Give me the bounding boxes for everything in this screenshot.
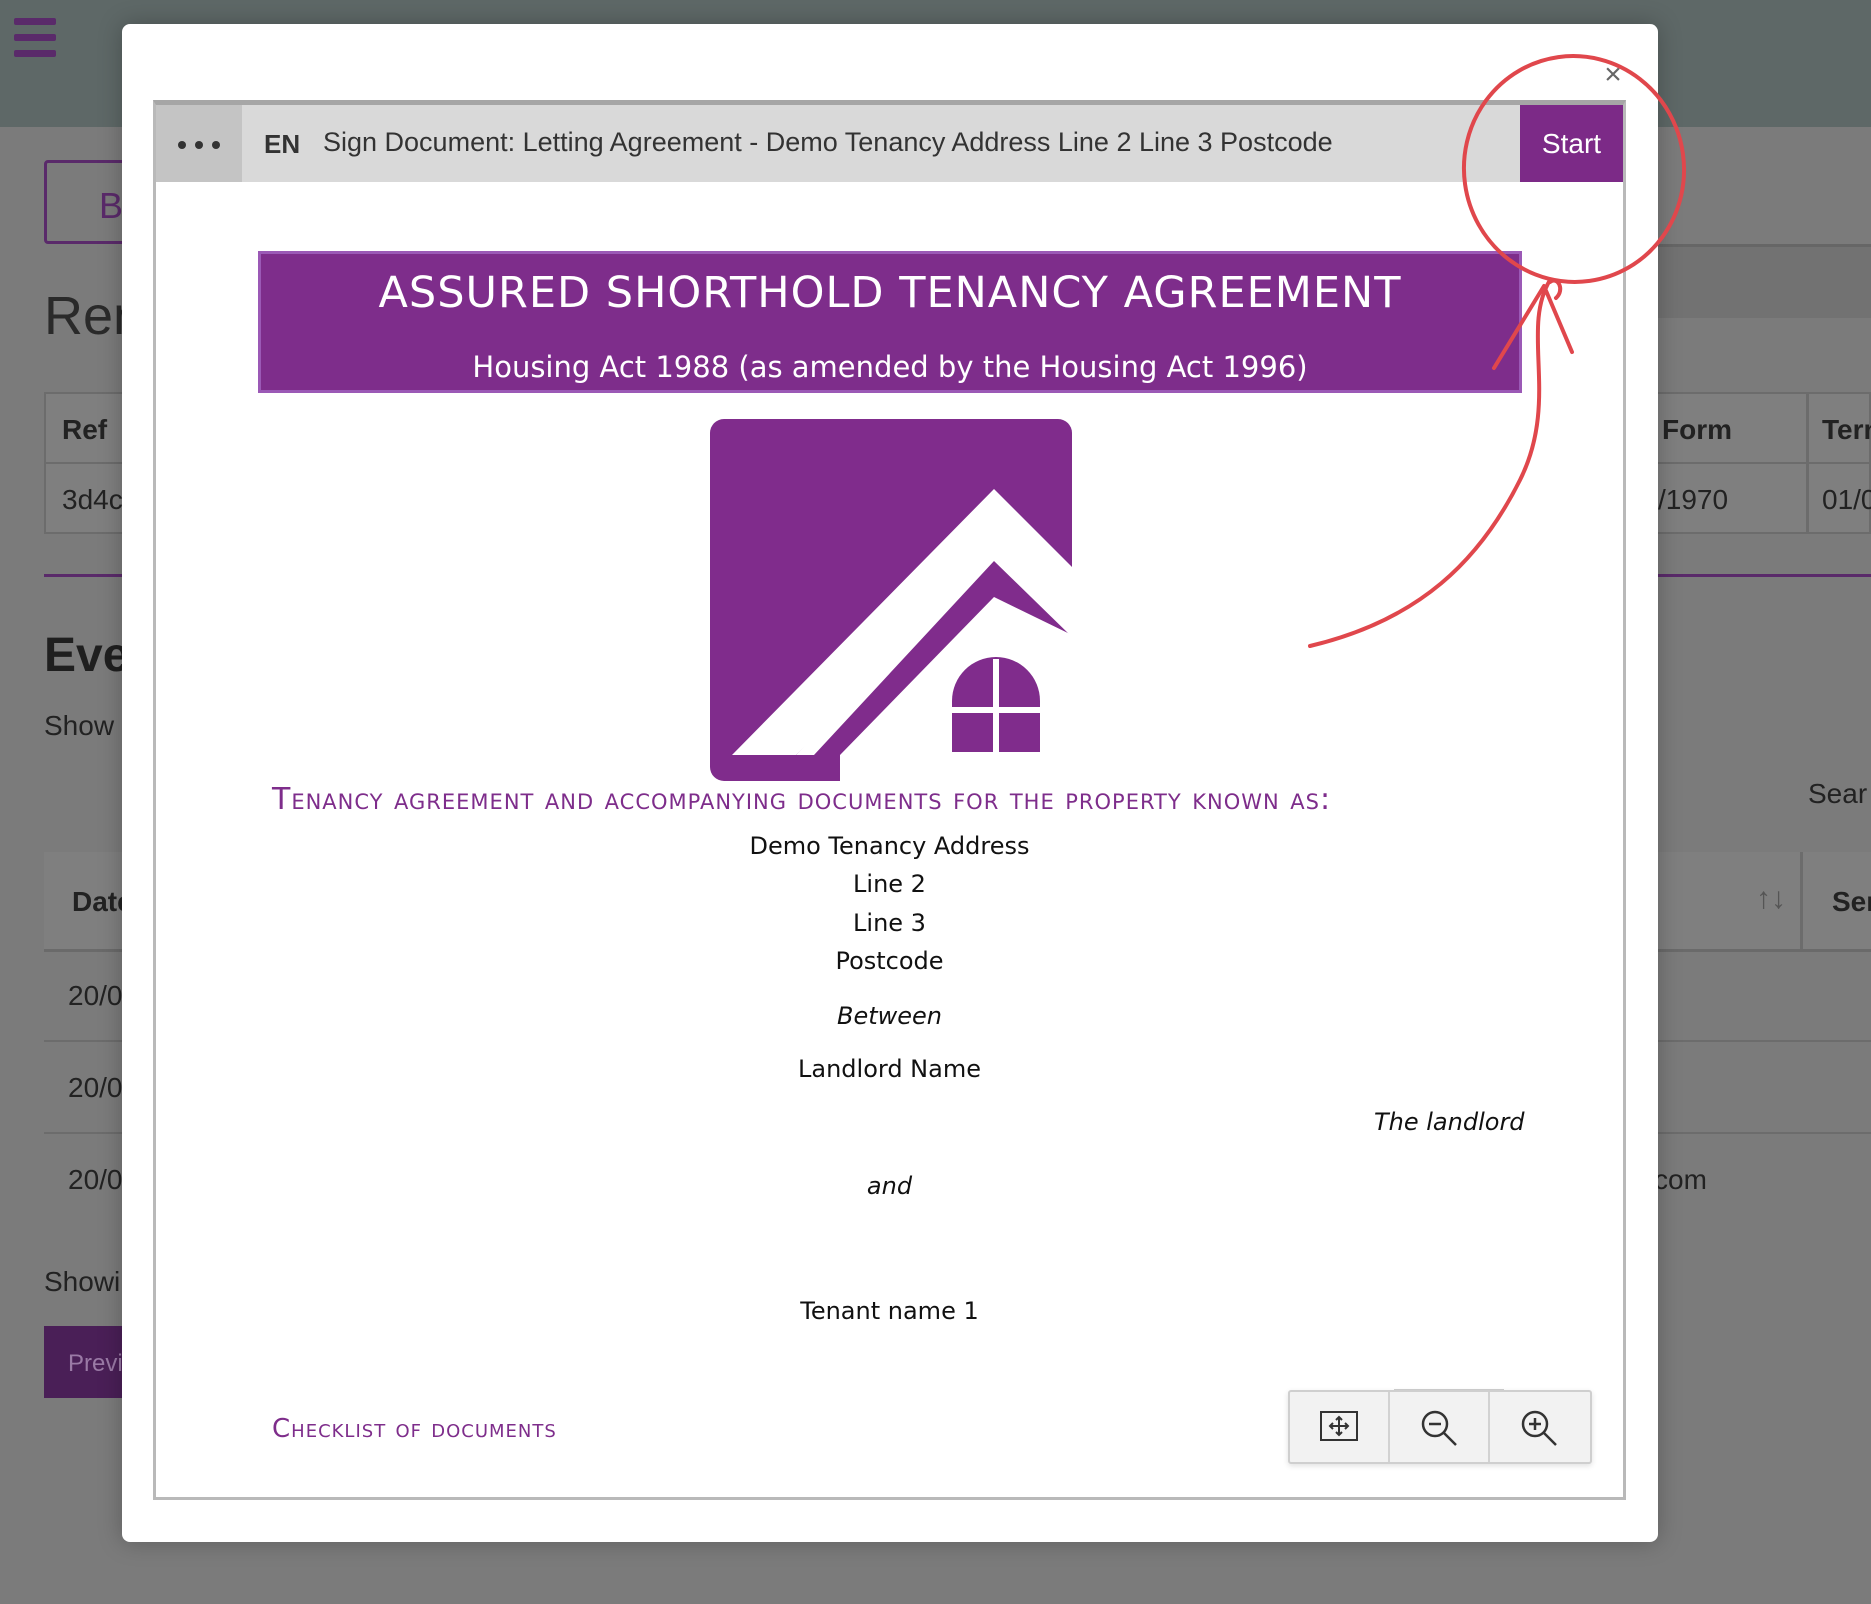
document-viewer: EN Sign Document: Letting Agreement - De… [153, 100, 1626, 1500]
address-line: Demo Tenancy Address [749, 832, 1030, 860]
address-line: Postcode [835, 947, 944, 975]
table-header-form[interactable]: Form [1662, 414, 1732, 446]
tenant-name: Tenant name 1 [800, 1297, 979, 1325]
show-entries-label: Show [44, 710, 115, 741]
search-label: Sear [1808, 778, 1868, 809]
hamburger-menu-icon[interactable] [14, 18, 56, 58]
close-icon[interactable]: × [1600, 60, 1626, 90]
background-bar [1640, 244, 1871, 318]
address-line: Line 3 [853, 909, 926, 937]
checklist-heading: Checklist of documents [272, 1414, 557, 1444]
property-heading: Tenancy agreement and accompanying docum… [272, 782, 1332, 817]
document-page: ASSURED SHORTHOLD TENANCY AGREEMENT Hous… [156, 182, 1623, 1497]
house-logo [710, 419, 1072, 781]
between-label: Between [836, 1002, 942, 1030]
events-heading: Eve [44, 629, 130, 682]
landlord-role: The landlord [1374, 1108, 1525, 1136]
and-label: and [866, 1172, 913, 1200]
showing-entries-label: Showi [44, 1266, 121, 1297]
table-cell-ref: 3d4c [62, 484, 123, 515]
sort-arrows-icon[interactable]: ↑↓ [1756, 882, 1786, 916]
language-selector[interactable]: EN [264, 129, 300, 160]
document-title: Sign Document: Letting Agreement - Demo … [323, 127, 1333, 157]
fit-page-icon[interactable] [1290, 1392, 1390, 1462]
events-row-date: 20/0 [68, 980, 123, 1011]
landlord-name: Landlord Name [798, 1055, 981, 1083]
banner-subtitle: Housing Act 1988 (as amended by the Hous… [472, 350, 1308, 384]
table-cell-term-date: 01/0 [1822, 484, 1871, 515]
events-row-email: com [1654, 1164, 1707, 1195]
zoom-in-icon[interactable] [1490, 1392, 1590, 1462]
banner-title: ASSURED SHORTHOLD TENANCY AGREEMENT [378, 268, 1402, 318]
document-banner: ASSURED SHORTHOLD TENANCY AGREEMENT Hous… [258, 251, 1522, 393]
table-header-term[interactable]: Tern [1822, 414, 1871, 446]
viewer-toolbar: EN Sign Document: Letting Agreement - De… [156, 105, 1623, 182]
table-header-ref[interactable]: Ref [62, 414, 107, 446]
events-row-date: 20/0 [68, 1072, 123, 1103]
events-column-divider [1800, 852, 1803, 949]
events-row-date: 20/0 [68, 1164, 123, 1195]
more-dots-icon[interactable] [156, 105, 242, 182]
table-cell-form-date: /1970 [1658, 484, 1729, 515]
address-line: Line 2 [853, 870, 926, 898]
zoom-out-icon[interactable] [1390, 1392, 1490, 1462]
start-button[interactable]: Start [1520, 105, 1623, 182]
zoom-controls [1288, 1390, 1592, 1464]
events-header-sent[interactable]: Ser [1832, 886, 1871, 918]
table-column-divider [1806, 394, 1809, 532]
